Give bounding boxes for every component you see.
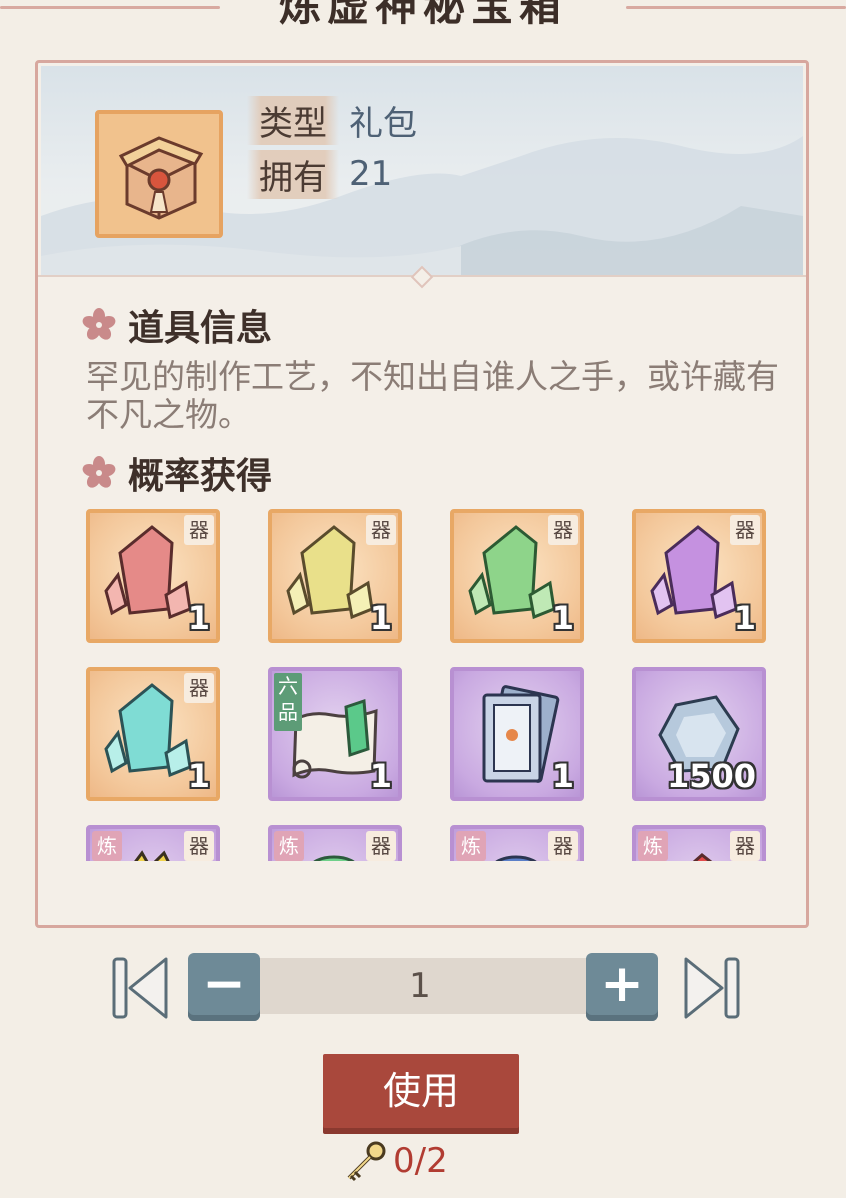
skip-to-max-icon (684, 957, 740, 1019)
drop-item-spirit-stone[interactable]: 1500 (632, 667, 766, 801)
item-detail-panel: 类型 礼包 拥有 21 道具信息 罕见的制作工艺，不知出自谁人之手，或许藏有不凡… (35, 60, 809, 928)
corner-tag: 器 (548, 831, 578, 861)
key-requirement: 0/2 (343, 1136, 448, 1186)
item-description: 罕见的制作工艺，不知出自谁人之手，或许藏有不凡之物。 (86, 357, 779, 434)
drop-grid: 器 1 器 1 器 1 器 1 器 1 六品 1 1 1500 炼 器 炼 器 … (86, 509, 786, 861)
item-quantity: 1 (187, 757, 210, 795)
corner-tag: 器 (366, 515, 396, 545)
flower-icon (82, 308, 116, 340)
item-quantity: 1 (369, 599, 392, 637)
corner-tag: 器 (730, 831, 760, 861)
drop-item-yellow-crystal[interactable]: 器 1 (268, 509, 402, 643)
info-title: 道具信息 (128, 308, 273, 349)
refine-tag: 炼 (92, 831, 122, 861)
title-bar: 炼虚神秘宝箱 (0, 0, 846, 30)
quantity-input[interactable]: 1 (210, 958, 630, 1014)
drop-item-cyan-crystal[interactable]: 器 1 (86, 667, 220, 801)
refine-tag: 炼 (638, 831, 668, 861)
corner-tag: 器 (184, 515, 214, 545)
corner-tag: 器 (730, 515, 760, 545)
item-header: 类型 礼包 拥有 21 (41, 66, 803, 276)
drop-item-refined-2[interactable]: 炼 器 (268, 825, 402, 861)
key-count: 0/2 (393, 1141, 448, 1181)
type-value: 礼包 (349, 103, 417, 144)
drop-item-purple-crystal[interactable]: 器 1 (632, 509, 766, 643)
type-label: 类型 (247, 95, 339, 145)
window-title: 炼虚神秘宝箱 (278, 0, 567, 30)
item-quantity: 1 (551, 599, 574, 637)
refine-tag: 炼 (456, 831, 486, 861)
key-icon (347, 1141, 386, 1182)
refine-tag: 炼 (274, 831, 304, 861)
grade-tag: 六品 (274, 673, 302, 731)
item-quantity: 1 (551, 757, 574, 795)
minus-icon: − (202, 954, 246, 1014)
min-quantity-button[interactable] (108, 953, 172, 1027)
max-quantity-button[interactable] (680, 953, 744, 1027)
corner-tag: 器 (184, 831, 214, 861)
owned-label: 拥有 (247, 149, 339, 199)
skip-to-min-icon (112, 957, 168, 1019)
corner-tag: 器 (366, 831, 396, 861)
drops-title: 概率获得 (128, 456, 273, 497)
drop-item-green-crystal[interactable]: 器 1 (450, 509, 584, 643)
owned-value: 21 (349, 154, 393, 194)
owned-row: 拥有 21 (247, 149, 393, 199)
item-quantity: 1 (733, 599, 756, 637)
item-quantity: 1 (369, 757, 392, 795)
drops-section-title: 概率获得 (82, 447, 272, 499)
plus-icon: + (600, 954, 644, 1014)
increase-button[interactable]: + (586, 953, 658, 1021)
drop-item-scroll-map[interactable]: 六品 1 (268, 667, 402, 801)
item-quantity: 1 (187, 599, 210, 637)
flower-icon (82, 456, 116, 488)
corner-tag: 器 (184, 673, 214, 703)
drop-item-red-crystal[interactable]: 器 1 (86, 509, 220, 643)
info-section-title: 道具信息 (82, 299, 272, 351)
drop-item-refined-1[interactable]: 炼 器 (86, 825, 220, 861)
item-quantity: 1500 (666, 757, 756, 795)
corner-tag: 器 (548, 515, 578, 545)
drop-item-talisman-cards[interactable]: 1 (450, 667, 584, 801)
decrease-button[interactable]: − (188, 953, 260, 1021)
type-row: 类型 礼包 (247, 95, 417, 145)
drop-item-refined-4[interactable]: 炼 器 (632, 825, 766, 861)
treasure-chest-icon (95, 110, 223, 238)
use-button[interactable]: 使用 (323, 1054, 519, 1128)
drop-item-refined-3[interactable]: 炼 器 (450, 825, 584, 861)
